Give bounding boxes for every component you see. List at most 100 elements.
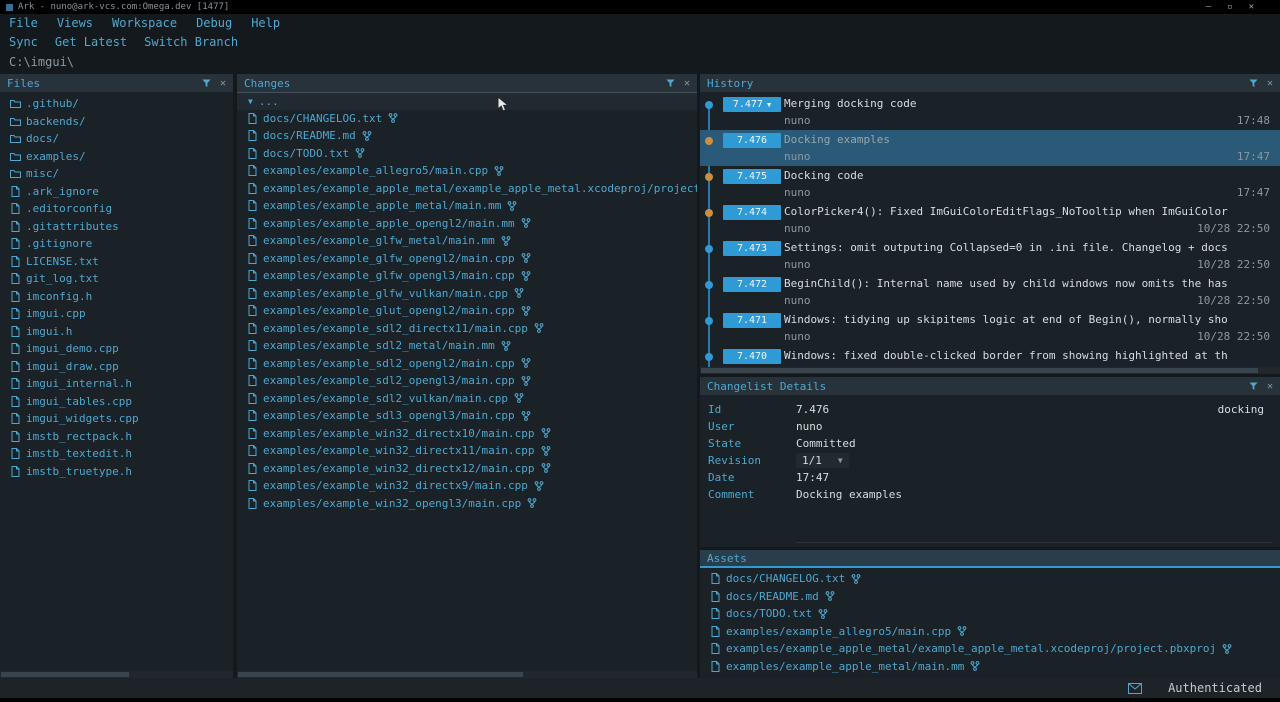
file-tree-item[interactable]: misc/	[0, 165, 233, 183]
changes-hscrollbar[interactable]	[237, 671, 697, 678]
file-tree-item[interactable]: imgui.cpp	[0, 305, 233, 323]
change-path: examples/example_sdl2_opengl2/main.cpp	[263, 357, 515, 370]
file-tree-item[interactable]: examples/	[0, 148, 233, 166]
close-icon[interactable]: ✕	[1267, 381, 1273, 392]
file-tree-item[interactable]: imstb_truetype.h	[0, 463, 233, 481]
change-item[interactable]: docs/CHANGELOG.txt	[237, 110, 697, 128]
file-tree-item[interactable]: imstb_rectpack.h	[0, 428, 233, 446]
file-tree-item[interactable]: .editorconfig	[0, 200, 233, 218]
file-tree-item[interactable]: .github/	[0, 95, 233, 113]
change-item[interactable]: examples/example_glut_opengl2/main.cpp	[237, 302, 697, 320]
change-item[interactable]: examples/example_sdl3_opengl3/main.cpp	[237, 407, 697, 425]
filter-icon[interactable]	[1249, 79, 1258, 88]
asset-item[interactable]: docs/CHANGELOG.txt	[700, 570, 1280, 588]
file-tree-item[interactable]: LICENSE.txt	[0, 253, 233, 271]
menu-item[interactable]: Workspace	[112, 16, 177, 30]
file-tree-item[interactable]: imgui_internal.h	[0, 375, 233, 393]
change-item[interactable]: examples/example_win32_opengl3/main.cpp	[237, 495, 697, 513]
history-hscrollbar[interactable]	[700, 367, 1280, 374]
changelist-version-badge[interactable]: 7.472 ▼	[723, 277, 781, 292]
change-item[interactable]: examples/example_glfw_opengl3/main.cpp	[237, 267, 697, 285]
changelist-version-badge[interactable]: 7.477 ▼	[723, 97, 781, 112]
changelist-version: 7.477	[733, 99, 763, 110]
file-tree-item[interactable]: imgui.h	[0, 323, 233, 341]
file-tree-item[interactable]: .gitattributes	[0, 218, 233, 236]
change-item[interactable]: examples/example_sdl2_directx11/main.cpp	[237, 320, 697, 338]
file-tree-item[interactable]: imstb_textedit.h	[0, 445, 233, 463]
history-entry[interactable]: 7.476 ▼ Docking examples nuno 17:47	[700, 130, 1280, 166]
history-entry[interactable]: 7.471 ▼ Windows: tidying up skipitems lo…	[700, 310, 1280, 346]
maximize-button[interactable]: ▫	[1227, 2, 1232, 12]
changes-panel-title: Changes	[244, 77, 290, 90]
change-item[interactable]: examples/example_sdl2_opengl3/main.cpp	[237, 372, 697, 390]
file-tree-item[interactable]: imgui_tables.cpp	[0, 393, 233, 411]
assets-panel: Assets docs/CHANGELOG.txt	[700, 550, 1280, 678]
change-item[interactable]: examples/example_win32_directx12/main.cp…	[237, 460, 697, 478]
changes-root-row[interactable]: ▼ ...	[237, 92, 697, 110]
change-item[interactable]: examples/example_sdl2_opengl2/main.cpp	[237, 355, 697, 373]
history-entry[interactable]: 7.474 ▼ ColorPicker4(): Fixed ImGuiColor…	[700, 202, 1280, 238]
minimize-button[interactable]: –	[1206, 2, 1211, 12]
menu-item[interactable]: Debug	[196, 16, 232, 30]
asset-item[interactable]: examples/example_apple_metal/example_app…	[700, 640, 1280, 658]
change-item[interactable]: examples/example_win32_directx9/main.cpp	[237, 477, 697, 495]
change-item[interactable]: examples/example_win32_directx10/main.cp…	[237, 425, 697, 443]
menu-item[interactable]: File	[9, 16, 38, 30]
change-item[interactable]: examples/example_apple_metal/main.mm	[237, 197, 697, 215]
asset-item[interactable]: docs/README.md	[700, 588, 1280, 606]
change-item[interactable]: examples/example_apple_metal/example_app…	[237, 180, 697, 198]
change-item[interactable]: examples/example_sdl2_vulkan/main.cpp	[237, 390, 697, 408]
commit-time: 17:47	[1237, 150, 1270, 163]
history-entry[interactable]: 7.472 ▼ BeginChild(): Internal name used…	[700, 274, 1280, 310]
toolbar-button[interactable]: Switch Branch	[144, 35, 238, 49]
file-tree-item[interactable]: imgui_widgets.cpp	[0, 410, 233, 428]
changelist-version-badge[interactable]: 7.473 ▼	[723, 241, 781, 256]
toolbar-button[interactable]: Get Latest	[55, 35, 127, 49]
change-item[interactable]: examples/example_sdl2_metal/main.mm	[237, 337, 697, 355]
changes-root-label: ...	[259, 95, 279, 108]
close-icon[interactable]: ✕	[1267, 78, 1273, 89]
change-item[interactable]: examples/example_apple_opengl2/main.mm	[237, 215, 697, 233]
asset-item[interactable]: examples/example_apple_metal/main.mm	[700, 658, 1280, 676]
change-item[interactable]: examples/example_win32_directx11/main.cp…	[237, 442, 697, 460]
asset-item[interactable]: docs/TODO.txt	[700, 605, 1280, 623]
change-item[interactable]: examples/example_allegro5/main.cpp	[237, 162, 697, 180]
history-entry[interactable]: 7.473 ▼ Settings: omit outputing Collaps…	[700, 238, 1280, 274]
files-hscrollbar[interactable]	[0, 671, 233, 678]
menu-item[interactable]: Views	[57, 16, 93, 30]
file-tree-item[interactable]: .gitignore	[0, 235, 233, 253]
change-item[interactable]: examples/example_glfw_metal/main.mm	[237, 232, 697, 250]
change-item[interactable]: examples/example_glfw_vulkan/main.cpp	[237, 285, 697, 303]
changelist-version-badge[interactable]: 7.476 ▼	[723, 133, 781, 148]
commit-message: Docking examples	[784, 133, 1274, 146]
file-tree-item[interactable]: imgui_draw.cpp	[0, 358, 233, 376]
file-tree-item[interactable]: docs/	[0, 130, 233, 148]
file-icon	[246, 165, 258, 176]
revision-dropdown[interactable]: 1/1 ▼	[796, 453, 849, 468]
changelist-version-badge[interactable]: 7.474 ▼	[723, 205, 781, 220]
branch-icon	[520, 306, 532, 316]
file-tree-item[interactable]: imgui_demo.cpp	[0, 340, 233, 358]
file-tree-item[interactable]: .ark_ignore	[0, 183, 233, 201]
close-button[interactable]: ✕	[1249, 2, 1254, 12]
file-tree-item[interactable]: imconfig.h	[0, 288, 233, 306]
toolbar-button[interactable]: Sync	[9, 35, 38, 49]
asset-item[interactable]: examples/example_allegro5/main.cpp	[700, 623, 1280, 641]
changelist-version-badge[interactable]: 7.471 ▼	[723, 313, 781, 328]
history-entry[interactable]: 7.477 ▼ Merging docking code nuno 17:48	[700, 94, 1280, 130]
file-tree-item[interactable]: backends/	[0, 113, 233, 131]
change-item[interactable]: docs/TODO.txt	[237, 145, 697, 163]
close-icon[interactable]: ✕	[220, 78, 226, 89]
change-item[interactable]: examples/example_glfw_opengl2/main.cpp	[237, 250, 697, 268]
filter-icon[interactable]	[202, 79, 211, 88]
changelist-version-badge[interactable]: 7.475 ▼	[723, 169, 781, 184]
changelist-version-badge[interactable]: 7.470 ▼	[723, 349, 781, 364]
filter-icon[interactable]	[666, 79, 675, 88]
change-item[interactable]: docs/README.md	[237, 127, 697, 145]
mail-icon[interactable]	[1128, 683, 1142, 694]
filter-icon[interactable]	[1249, 382, 1258, 391]
menu-item[interactable]: Help	[251, 16, 280, 30]
close-icon[interactable]: ✕	[684, 78, 690, 89]
file-tree-item[interactable]: git_log.txt	[0, 270, 233, 288]
history-entry[interactable]: 7.475 ▼ Docking code nuno 17:47	[700, 166, 1280, 202]
